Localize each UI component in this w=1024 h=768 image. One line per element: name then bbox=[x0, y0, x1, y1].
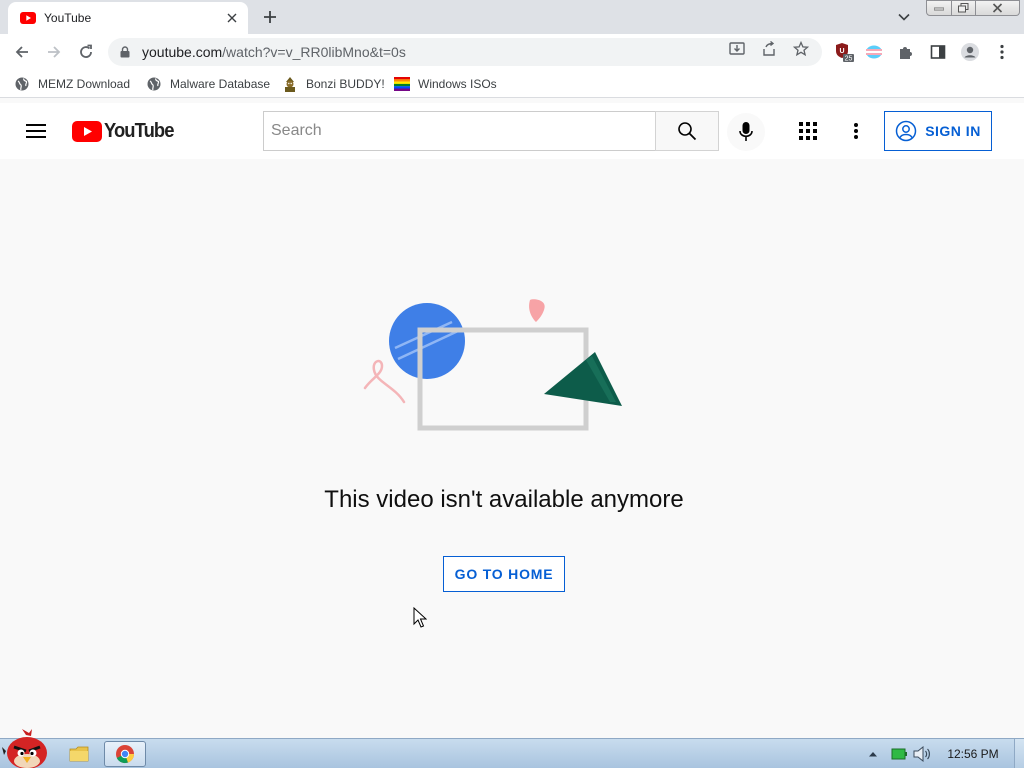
chrome-icon bbox=[116, 745, 135, 764]
bookmark-star-button[interactable] bbox=[792, 40, 810, 58]
taskbar-clock[interactable]: 12:56 PM bbox=[940, 747, 1006, 761]
account-circle-icon bbox=[895, 120, 917, 142]
extensions-button[interactable] bbox=[896, 42, 916, 62]
youtube-header: YouTube SIGN IN bbox=[0, 103, 1024, 159]
puzzle-icon bbox=[900, 47, 912, 59]
lock-icon[interactable] bbox=[118, 46, 132, 58]
unavailable-video-illustration bbox=[363, 299, 622, 431]
volume-icon bbox=[913, 746, 930, 762]
bookmark-malware-database[interactable]: Malware Database bbox=[146, 75, 270, 93]
search-icon bbox=[678, 122, 697, 141]
more-vertical-icon bbox=[1000, 44, 1004, 60]
side-panel-button[interactable] bbox=[928, 42, 948, 62]
tab-title: YouTube bbox=[44, 11, 92, 25]
restore-button[interactable] bbox=[952, 0, 976, 16]
back-button[interactable] bbox=[10, 40, 34, 64]
apps-grid-icon bbox=[799, 122, 817, 140]
install-app-button[interactable] bbox=[728, 40, 746, 58]
url-text: youtube.com/watch?v=v_RR0libMno&t=0s bbox=[142, 44, 406, 60]
tab-youtube[interactable]: YouTube bbox=[8, 2, 248, 34]
youtube-apps-button[interactable] bbox=[796, 119, 820, 143]
bookmark-windows-isos[interactable]: Windows ISOs bbox=[394, 75, 497, 93]
show-hidden-icons-arrow bbox=[869, 752, 877, 757]
settings-more-button[interactable] bbox=[844, 119, 868, 143]
show-desktop-button[interactable] bbox=[1014, 739, 1024, 768]
minimize-icon bbox=[934, 7, 944, 11]
bookmark-memz-download[interactable]: MEMZ Download bbox=[14, 75, 130, 93]
taskbar-chrome[interactable] bbox=[104, 741, 146, 767]
chevron-down-icon bbox=[898, 13, 910, 21]
bookmark-label: Bonzi BUDDY! bbox=[306, 77, 385, 91]
side-panel-icon bbox=[930, 45, 946, 59]
guide-menu-button[interactable] bbox=[22, 119, 50, 143]
sign-in-button[interactable]: SIGN IN bbox=[884, 111, 992, 151]
bookmark-label: Malware Database bbox=[170, 77, 271, 91]
rainbow-flag-icon bbox=[394, 76, 410, 92]
reload-button[interactable] bbox=[74, 40, 98, 64]
youtube-wordmark: YouTube bbox=[104, 119, 174, 142]
tray-volume[interactable] bbox=[912, 745, 932, 763]
bookmark-bonzi-buddy[interactable]: Bonzi BUDDY! bbox=[282, 75, 385, 93]
go-to-home-button[interactable]: GO TO HOME bbox=[443, 556, 565, 592]
bookmark-label: MEMZ Download bbox=[38, 77, 131, 91]
share-button[interactable] bbox=[760, 40, 778, 58]
arrow-right-icon bbox=[48, 46, 61, 58]
error-message: This video isn't available anymore bbox=[324, 486, 684, 513]
forward-button[interactable] bbox=[42, 40, 66, 64]
browser-menu-button[interactable] bbox=[992, 42, 1012, 62]
plus-icon bbox=[264, 11, 276, 23]
globe-icon bbox=[146, 76, 162, 92]
profile-icon bbox=[961, 43, 979, 61]
youtube-favicon-icon bbox=[20, 10, 36, 26]
tab-close-icon[interactable] bbox=[224, 10, 240, 26]
url-path: /watch?v=v_RR0libMno&t=0s bbox=[222, 44, 406, 60]
window-close-button[interactable] bbox=[976, 0, 1020, 16]
flag-extension-icon bbox=[866, 45, 882, 59]
extension-shield-button[interactable]: U 25 bbox=[834, 42, 854, 62]
search-button[interactable] bbox=[655, 111, 719, 151]
close-icon bbox=[992, 3, 1003, 13]
folder-icon bbox=[69, 746, 89, 762]
share-icon bbox=[763, 41, 775, 56]
bookmarks-bar: MEMZ Download Malware Database Bonzi BUD… bbox=[0, 70, 1024, 98]
shield-extension-icon: U25 bbox=[836, 43, 854, 63]
page-scrollbar[interactable] bbox=[1009, 159, 1024, 737]
taskbar-explorer[interactable] bbox=[66, 741, 92, 767]
maximize-icon bbox=[958, 3, 969, 13]
microphone-icon bbox=[739, 122, 753, 141]
angry-bird-start-icon[interactable] bbox=[2, 729, 50, 768]
install-icon bbox=[729, 42, 745, 55]
bonzi-icon bbox=[282, 76, 298, 92]
bookmark-label: Windows ISOs bbox=[418, 77, 497, 91]
arrow-left-icon bbox=[15, 46, 28, 58]
mouse-cursor-icon bbox=[413, 607, 427, 628]
minimize-button[interactable] bbox=[926, 0, 952, 16]
youtube-play-logo-icon bbox=[72, 120, 102, 142]
star-icon bbox=[793, 41, 809, 57]
profile-button[interactable] bbox=[960, 42, 980, 62]
tab-search-button[interactable] bbox=[894, 8, 914, 26]
reload-icon bbox=[80, 44, 92, 58]
extension-badge: 25 bbox=[845, 56, 853, 63]
new-tab-button[interactable] bbox=[258, 6, 282, 28]
url-host: youtube.com bbox=[142, 44, 223, 60]
svg-text:U: U bbox=[839, 48, 844, 55]
sign-in-label: SIGN IN bbox=[925, 123, 981, 139]
address-bar[interactable]: youtube.com/watch?v=v_RR0libMno&t=0s bbox=[108, 38, 822, 66]
hamburger-menu-icon bbox=[26, 124, 46, 138]
search-box[interactable] bbox=[263, 111, 656, 151]
window-controls bbox=[926, 0, 1020, 17]
battery-icon bbox=[891, 748, 907, 760]
youtube-logo[interactable]: YouTube bbox=[72, 120, 180, 142]
show-hidden-icons-button[interactable] bbox=[866, 745, 880, 763]
more-vertical-icon bbox=[854, 123, 858, 139]
tray-battery[interactable] bbox=[890, 745, 908, 763]
voice-search-button[interactable] bbox=[727, 113, 765, 151]
search-input[interactable] bbox=[271, 122, 656, 140]
globe-icon bbox=[14, 76, 30, 92]
browser-tab-strip: YouTube bbox=[0, 0, 1024, 34]
taskbar: 12:56 PM bbox=[0, 729, 1024, 768]
browser-toolbar: youtube.com/watch?v=v_RR0libMno&t=0s U 25 bbox=[0, 34, 1024, 70]
extension-flag-button[interactable] bbox=[864, 42, 884, 62]
